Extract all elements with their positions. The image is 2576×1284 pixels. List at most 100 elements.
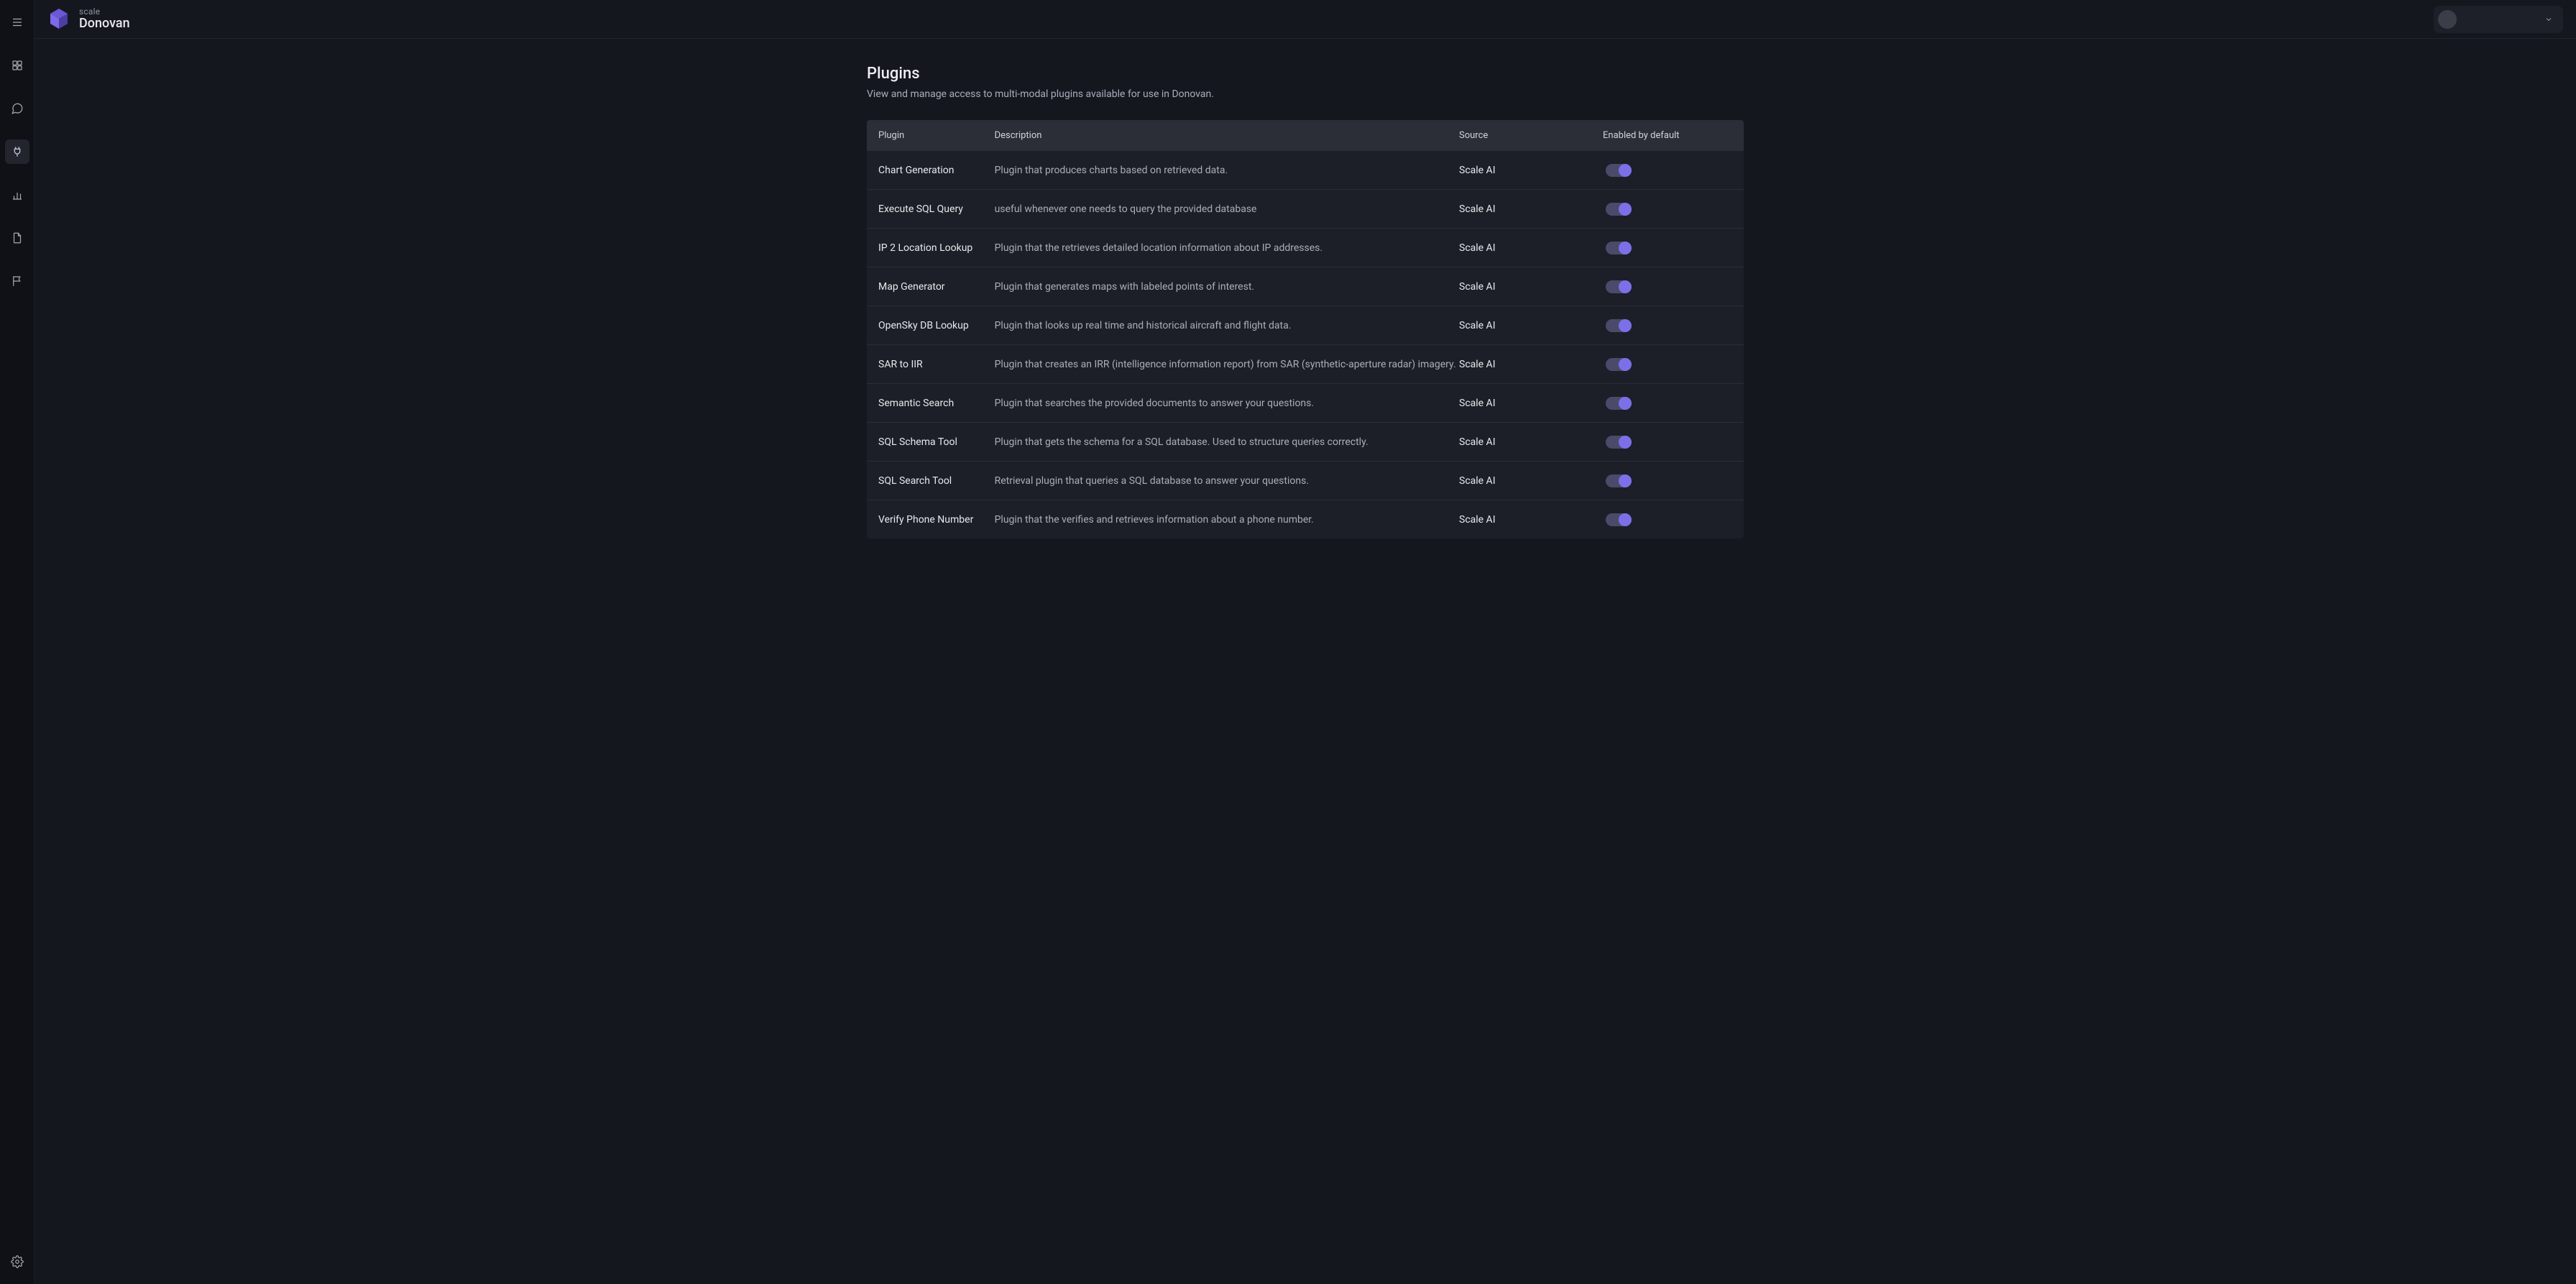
table-row: Execute SQL Queryuseful whenever one nee…	[867, 189, 1744, 228]
table-row: OpenSky DB LookupPlugin that looks up re…	[867, 306, 1744, 344]
table-row: Verify Phone NumberPlugin that the verif…	[867, 500, 1744, 538]
user-menu-button[interactable]	[2434, 6, 2563, 33]
plugin-enabled-cell	[1603, 513, 1732, 526]
avatar	[2438, 10, 2457, 29]
enabled-toggle[interactable]	[1606, 358, 1632, 371]
col-enabled: Enabled by default	[1603, 130, 1732, 141]
brand-logo-icon	[47, 7, 70, 30]
enabled-toggle[interactable]	[1606, 203, 1632, 216]
table-row: SQL Search ToolRetrieval plugin that que…	[867, 461, 1744, 500]
toggle-knob-icon	[1619, 513, 1632, 526]
plugin-source: Scale AI	[1459, 203, 1603, 215]
document-icon	[11, 231, 24, 244]
plugin-source: Scale AI	[1459, 359, 1603, 370]
col-plugin: Plugin	[878, 130, 995, 141]
plugin-name: Execute SQL Query	[878, 203, 995, 215]
chat-icon	[11, 102, 24, 115]
table-row: SAR to IIRPlugin that creates an IRR (in…	[867, 344, 1744, 383]
enabled-toggle[interactable]	[1606, 436, 1632, 449]
plugin-source: Scale AI	[1459, 165, 1603, 176]
chevron-down-icon	[2544, 15, 2553, 24]
toggle-knob-icon	[1619, 242, 1632, 254]
toggle-knob-icon	[1619, 397, 1632, 410]
col-description: Description	[995, 130, 1459, 141]
plugin-description: Plugin that generates maps with labeled …	[995, 281, 1459, 293]
menu-toggle-button[interactable]	[5, 10, 29, 35]
enabled-toggle[interactable]	[1606, 513, 1632, 526]
plugin-name: IP 2 Location Lookup	[878, 242, 995, 254]
plugin-enabled-cell	[1603, 242, 1732, 254]
plugin-source: Scale AI	[1459, 398, 1603, 409]
plugin-name: OpenSky DB Lookup	[878, 320, 995, 331]
plugin-source: Scale AI	[1459, 281, 1603, 293]
toggle-knob-icon	[1619, 203, 1632, 216]
plugin-name: SQL Schema Tool	[878, 436, 995, 448]
enabled-toggle[interactable]	[1606, 164, 1632, 177]
plugin-source: Scale AI	[1459, 320, 1603, 331]
plug-icon	[11, 145, 24, 158]
enabled-toggle[interactable]	[1606, 474, 1632, 487]
plugin-enabled-cell	[1603, 280, 1732, 293]
table-row: IP 2 Location LookupPlugin that the retr…	[867, 228, 1744, 267]
plugin-description: Plugin that gets the schema for a SQL da…	[995, 436, 1459, 448]
plugins-table: Plugin Description Source Enabled by def…	[867, 120, 1744, 538]
page-description: View and manage access to multi-modal pl…	[867, 88, 1744, 100]
toggle-knob-icon	[1619, 280, 1632, 293]
enabled-toggle[interactable]	[1606, 242, 1632, 254]
plugin-enabled-cell	[1603, 474, 1732, 487]
topbar: scale Donovan	[34, 0, 2576, 39]
nav-analytics-button[interactable]	[5, 183, 29, 207]
plugin-description: useful whenever one needs to query the p…	[995, 203, 1459, 215]
plugin-name: Map Generator	[878, 281, 995, 293]
nav-document-button[interactable]	[5, 226, 29, 250]
col-source: Source	[1459, 130, 1603, 141]
table-row: Chart GenerationPlugin that produces cha…	[867, 150, 1744, 189]
hamburger-icon	[11, 16, 24, 29]
plugin-source: Scale AI	[1459, 475, 1603, 487]
nav-settings-button[interactable]	[5, 1249, 29, 1274]
plugin-enabled-cell	[1603, 397, 1732, 410]
toggle-knob-icon	[1619, 436, 1632, 449]
table-row: SQL Schema ToolPlugin that gets the sche…	[867, 422, 1744, 461]
table-row: Semantic SearchPlugin that searches the …	[867, 383, 1744, 422]
plugin-source: Scale AI	[1459, 436, 1603, 448]
toggle-knob-icon	[1619, 474, 1632, 487]
plugin-enabled-cell	[1603, 319, 1732, 332]
plugin-name: SQL Search Tool	[878, 475, 995, 487]
plugin-description: Plugin that looks up real time and histo…	[995, 320, 1459, 331]
toggle-knob-icon	[1619, 358, 1632, 371]
page-title: Plugins	[867, 65, 1744, 83]
plugin-description: Plugin that creates an IRR (intelligence…	[995, 359, 1459, 370]
plugin-enabled-cell	[1603, 164, 1732, 177]
plugin-description: Plugin that the verifies and retrieves i…	[995, 514, 1459, 526]
plugin-enabled-cell	[1603, 203, 1732, 216]
enabled-toggle[interactable]	[1606, 319, 1632, 332]
nav-chat-button[interactable]	[5, 96, 29, 121]
nav-dashboard-button[interactable]	[5, 53, 29, 78]
plugin-name: Semantic Search	[878, 398, 995, 409]
plugin-name: SAR to IIR	[878, 359, 995, 370]
grid-icon	[11, 59, 24, 72]
flag-icon	[11, 275, 24, 288]
enabled-toggle[interactable]	[1606, 397, 1632, 410]
plugin-description: Plugin that the retrieves detailed locat…	[995, 242, 1459, 254]
toggle-knob-icon	[1619, 164, 1632, 177]
nav-flag-button[interactable]	[5, 269, 29, 293]
toggle-knob-icon	[1619, 319, 1632, 332]
plugin-enabled-cell	[1603, 436, 1732, 449]
plugin-name: Chart Generation	[878, 165, 995, 176]
enabled-toggle[interactable]	[1606, 280, 1632, 293]
plugin-name: Verify Phone Number	[878, 514, 995, 526]
table-header: Plugin Description Source Enabled by def…	[867, 120, 1744, 150]
plugin-source: Scale AI	[1459, 242, 1603, 254]
plugin-source: Scale AI	[1459, 514, 1603, 526]
nav-plugins-button[interactable]	[5, 139, 29, 164]
table-row: Map GeneratorPlugin that generates maps …	[867, 267, 1744, 306]
chart-icon	[11, 188, 24, 201]
brand-home-link[interactable]: scale Donovan	[47, 7, 130, 31]
brand-main: Donovan	[79, 17, 130, 31]
plugin-enabled-cell	[1603, 358, 1732, 371]
plugin-description: Plugin that produces charts based on ret…	[995, 165, 1459, 176]
sidebar	[0, 0, 34, 1284]
gear-icon	[11, 1255, 24, 1268]
